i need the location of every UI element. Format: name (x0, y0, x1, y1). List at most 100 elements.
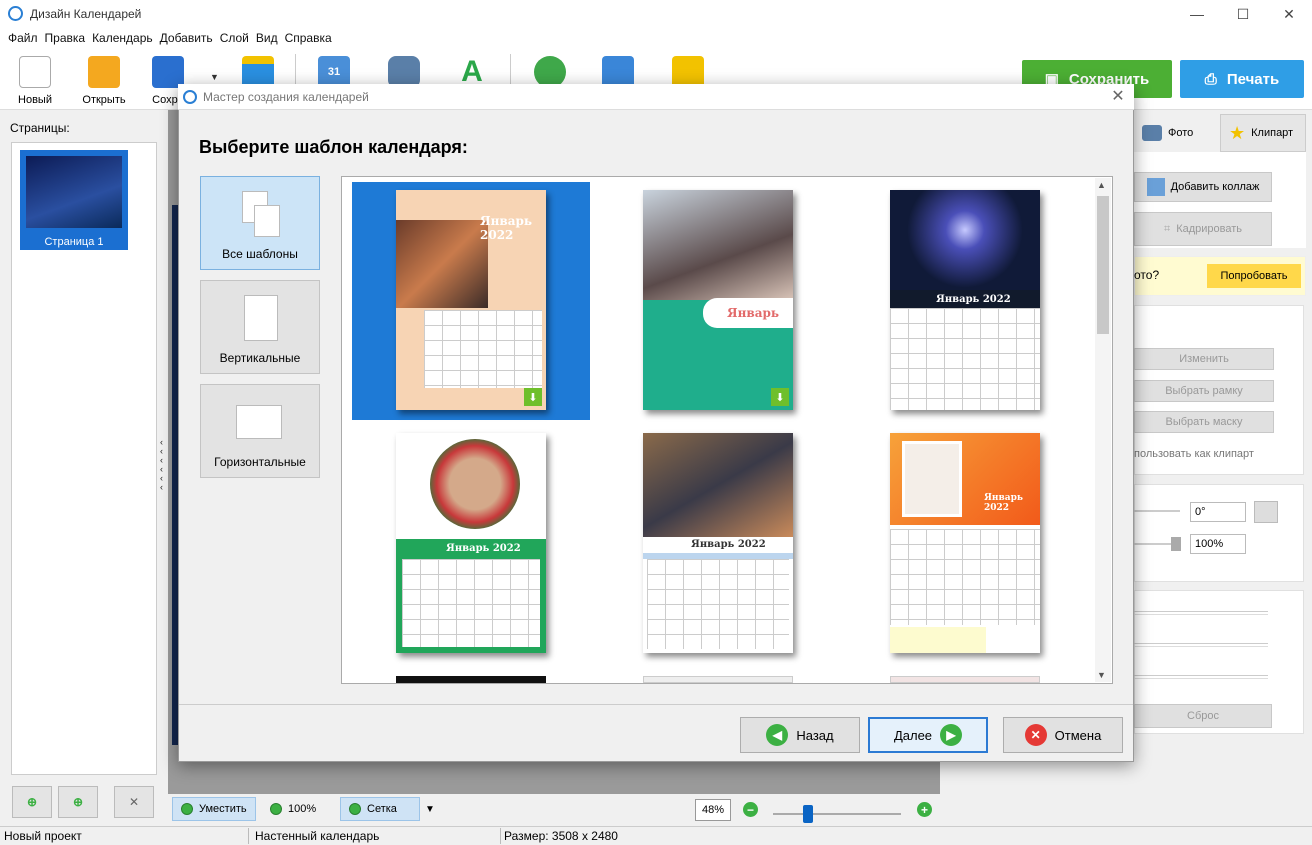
template-card[interactable]: Январь 2022 ⬇ (396, 190, 546, 410)
zoom-out-icon[interactable]: − (743, 802, 758, 817)
tab-clipart[interactable]: ★ Клипарт (1220, 114, 1306, 152)
close-icon[interactable]: ✕ (1266, 0, 1312, 28)
menu-layer[interactable]: Слой (220, 28, 256, 48)
status-bar (0, 826, 1312, 845)
tab-photo[interactable]: Фото (1134, 114, 1220, 152)
gallery-scroll-thumb[interactable] (1097, 196, 1109, 334)
back-button[interactable]: ◀ Назад (740, 717, 860, 753)
new-label: Новый (18, 94, 52, 106)
calendar-grid (424, 310, 542, 388)
adjust-slider[interactable] (1134, 675, 1268, 679)
grid-toggle-button[interactable]: Сетка (340, 797, 420, 821)
adjust-slider[interactable] (1134, 643, 1268, 647)
menu-calendar[interactable]: Календарь (92, 28, 160, 48)
collapse-handle-icon[interactable]: ‹ ‹ ‹ ‹ ‹ ‹ (160, 438, 168, 494)
change-button[interactable]: Изменить (1134, 348, 1274, 370)
template-card[interactable]: Январь 2022 (890, 190, 1040, 410)
crop-button[interactable]: ⌗ Кадрировать (1134, 212, 1272, 246)
fit-button[interactable]: Уместить (172, 797, 256, 821)
zoom-slider[interactable] (773, 813, 901, 815)
category-all-templates[interactable]: Все шаблоны (200, 176, 320, 270)
print-big-button[interactable]: ⎙ Печать (1180, 60, 1304, 98)
category-horizontal[interactable]: Горизонтальные (200, 384, 320, 478)
category-vertical[interactable]: Вертикальные (200, 280, 320, 374)
tab-photo-label: Фото (1168, 127, 1194, 139)
rotation-slider[interactable] (1134, 510, 1180, 512)
menu-edit[interactable]: Правка (45, 28, 93, 48)
choose-mask-button[interactable]: Выбрать маску (1134, 411, 1274, 433)
open-button[interactable]: Открыть (76, 52, 132, 106)
template-card[interactable]: Январь ⬇ (643, 190, 793, 410)
back-label: Назад (796, 727, 834, 743)
scroll-down-icon[interactable]: ▼ (1097, 670, 1106, 680)
calendar-grid (890, 529, 1040, 625)
template-card-partial[interactable] (396, 676, 546, 683)
new-button[interactable]: Новый (7, 52, 63, 106)
status-size: Размер: 3508 x 2480 (504, 829, 618, 843)
dialog-title: Мастер создания календарей (203, 90, 369, 104)
status-calendar-type: Настенный календарь (255, 829, 380, 843)
choose-frame-button[interactable]: Выбрать рамку (1134, 380, 1274, 402)
window-titlebar (0, 0, 1312, 28)
status-divider (248, 828, 249, 844)
dialog-separator (179, 704, 1133, 705)
status-divider (500, 828, 501, 844)
scroll-up-icon[interactable]: ▲ (1097, 180, 1106, 190)
zoom-100-button[interactable]: 100% (262, 797, 324, 821)
template-month-label: Январь 2022 (480, 214, 533, 242)
template-month-label: Январь (727, 306, 780, 320)
template-card[interactable]: Январь 2022 (643, 433, 793, 653)
download-icon[interactable]: ⬇ (771, 388, 789, 406)
menu-file[interactable]: Файл (8, 28, 45, 48)
cancel-button[interactable]: ✕ Отмена (1003, 717, 1123, 753)
template-month-label: Январь 2022 (691, 539, 766, 550)
menu-view[interactable]: Вид (256, 28, 285, 48)
app-icon (8, 6, 23, 21)
scale-field[interactable]: 100% (1190, 534, 1246, 554)
download-icon[interactable]: ⬇ (524, 388, 542, 406)
grid-label: Сетка (367, 803, 397, 815)
zoom-slider-thumb[interactable] (803, 805, 813, 823)
next-arrow-icon: ▶ (940, 724, 963, 746)
add-page-icon: ⊕ (26, 795, 38, 809)
menu-help[interactable]: Справка (285, 28, 339, 48)
use-as-clipart-label[interactable]: пользовать как клипарт (1134, 448, 1254, 460)
adjust-slider[interactable] (1134, 611, 1268, 615)
page-thumbnail[interactable]: Страница 1 (20, 150, 128, 250)
dialog-heading: Выберите шаблон календаря: (199, 137, 468, 157)
reset-button[interactable]: Сброс (1134, 704, 1272, 728)
maximize-icon[interactable]: ☐ (1220, 0, 1266, 28)
collage-icon (1146, 178, 1165, 196)
minimize-icon[interactable]: — (1174, 0, 1220, 28)
delete-page-button[interactable]: ✕ (114, 786, 154, 818)
window-title: Дизайн Календарей (30, 7, 142, 21)
insert-page-button[interactable]: ⊕ (58, 786, 98, 818)
save-dropdown-icon[interactable]: ▼ (210, 72, 219, 82)
template-card-partial[interactable] (643, 676, 793, 683)
zoom-percent-field[interactable]: 48% (695, 799, 731, 821)
category-label: Все шаблоны (222, 247, 298, 261)
grid-dropdown-icon[interactable]: ▼ (425, 804, 435, 815)
tab-clipart-label: Клипарт (1251, 127, 1294, 139)
back-arrow-icon: ◀ (766, 724, 789, 746)
calendar-grid (890, 308, 1040, 410)
category-label: Вертикальные (219, 351, 301, 365)
rotate-icon[interactable] (1254, 501, 1278, 523)
template-card-partial[interactable] (890, 676, 1040, 683)
dialog-close-icon[interactable]: ✕ (1108, 86, 1128, 106)
documents-icon (240, 191, 280, 237)
add-page-button[interactable]: ⊕ (12, 786, 52, 818)
next-button[interactable]: Далее ▶ (868, 717, 988, 753)
rotation-field[interactable]: 0° (1190, 502, 1246, 522)
template-card[interactable]: Январь 2022 (396, 433, 546, 653)
zoom-in-icon[interactable]: + (917, 802, 932, 817)
promo-text: ото? (1134, 268, 1160, 282)
fit-label: Уместить (199, 803, 247, 815)
scale-slider-thumb[interactable] (1171, 537, 1181, 551)
template-month-label: Январь 2022 (446, 543, 521, 554)
menu-add[interactable]: Добавить (160, 28, 220, 48)
template-card[interactable]: Январь 2022 (890, 433, 1040, 653)
add-collage-button[interactable]: Добавить коллаж (1134, 172, 1272, 202)
crop-label: Кадрировать (1176, 223, 1242, 235)
try-button[interactable]: Попробовать (1207, 264, 1301, 288)
